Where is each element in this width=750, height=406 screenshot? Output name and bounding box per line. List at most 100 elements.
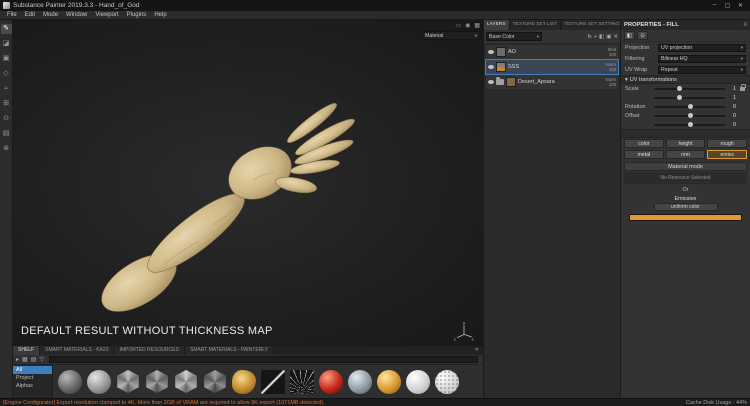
add-fill-layer-icon[interactable]: ◧ — [599, 34, 604, 40]
brush-stroke-line[interactable] — [261, 370, 285, 394]
channel-rough-button[interactable]: rough — [707, 139, 747, 148]
add-folder-icon[interactable]: ▣ — [606, 34, 611, 40]
fill-properties-icon[interactable]: ◧ — [624, 31, 635, 40]
uv-transformations-section[interactable]: ▾ UV transformations — [621, 75, 750, 84]
menu-file[interactable]: File — [3, 12, 21, 18]
tab-layers[interactable]: LAYERS — [484, 20, 510, 30]
channel-height-button[interactable]: height — [666, 139, 706, 148]
category-alphas[interactable]: Alphas — [13, 382, 52, 390]
tab-imported-resources[interactable]: IMPORTED RESOURCES — [114, 346, 184, 355]
shelf-expand-icon[interactable]: ▸ — [16, 356, 19, 363]
layer-opacity[interactable]: 100 — [608, 52, 616, 57]
material-sphere-white[interactable] — [406, 370, 430, 394]
layer-opacity[interactable]: 100 — [605, 67, 616, 72]
alpha-hex-3[interactable] — [174, 370, 198, 394]
menu-viewport[interactable]: Viewport — [91, 12, 122, 18]
tab-smart-materials-painterly[interactable]: SMART MATERIALS - PAINTERLY — [185, 346, 274, 355]
visibility-icon[interactable] — [488, 80, 494, 84]
material-properties-icon[interactable]: ⊙ — [637, 31, 648, 40]
delete-layer-icon[interactable]: ✕ — [613, 34, 618, 40]
layer-row-ao[interactable]: AO Mult 100 — [486, 45, 618, 59]
2d-view-icon[interactable]: ▤ — [1, 129, 12, 139]
tab-texture-set-list[interactable]: TEXTURE SET LIST — [510, 20, 561, 30]
render-mode-icon[interactable]: ▭ — [455, 22, 461, 29]
offset-y-slider[interactable] — [654, 124, 725, 126]
grid-view-icon[interactable]: ▦ — [22, 356, 28, 363]
add-effect-icon[interactable]: fx — [587, 34, 591, 40]
polygon-fill-tool-icon[interactable]: ◇ — [1, 69, 12, 79]
offset-x-slider[interactable] — [654, 115, 725, 117]
chevron-down-icon: ▾ — [473, 33, 477, 39]
material-sphere-red[interactable] — [319, 370, 343, 394]
layers-toolbar-icons: fx+◧▣✕ — [587, 34, 618, 40]
alpha-hex-4[interactable] — [203, 370, 227, 394]
visibility-icon[interactable] — [488, 50, 494, 54]
navigation-gizmo[interactable]: y x z — [453, 320, 475, 342]
scale-y-slider[interactable] — [654, 97, 725, 99]
add-paint-layer-icon[interactable]: + — [594, 34, 597, 40]
viewport-3d[interactable]: ▭ ◉ ▦ Material ▾ — [13, 20, 483, 345]
channel-metal-button[interactable]: metal — [624, 150, 664, 159]
menu-plugins[interactable]: Plugins — [123, 12, 151, 18]
properties-toolbar: ◧⊙ — [621, 30, 750, 42]
camera-icon[interactable]: ◉ — [465, 22, 470, 29]
material-sphere-gold[interactable] — [377, 370, 401, 394]
list-view-icon[interactable]: ▤ — [31, 356, 37, 363]
minimize-button[interactable]: – — [708, 2, 721, 9]
shelf-search-input[interactable] — [49, 356, 478, 363]
smudge-tool-icon[interactable]: ≈ — [1, 84, 12, 94]
channel-emiss-button[interactable]: emiss — [707, 150, 747, 159]
brush-tool-icon[interactable]: ✎ — [1, 24, 12, 34]
app-window: Substance Painter 2019.3.3 - Hand_of_God… — [0, 0, 750, 406]
eraser-tool-icon[interactable]: ◪ — [1, 39, 12, 49]
menu-mode[interactable]: Mode — [39, 12, 62, 18]
material-picker-icon[interactable]: ⊙ — [1, 114, 12, 124]
layer-thumbnail — [496, 62, 506, 72]
projection-tool-icon[interactable]: ▣ — [1, 54, 12, 64]
alpha-hex-2[interactable] — [145, 370, 169, 394]
rotation-slider[interactable] — [654, 106, 725, 108]
display-settings-icon[interactable]: ⊛ — [1, 144, 12, 154]
shelf-close-icon[interactable]: ✕ — [471, 346, 483, 355]
channel-dropdown[interactable]: Base Color ▾ — [486, 32, 542, 41]
visibility-icon[interactable] — [488, 65, 494, 69]
projection-dropdown[interactable]: UV projection ▾ — [658, 44, 746, 52]
material-sphere-gray[interactable] — [87, 370, 111, 394]
menu-window[interactable]: Window — [62, 12, 91, 18]
viewport-settings-icon[interactable]: ▦ — [474, 22, 480, 29]
material-mode-button[interactable]: Material mode — [624, 162, 747, 171]
layer-opacity[interactable]: 100 — [605, 82, 616, 87]
channel-color-button[interactable]: color — [624, 139, 664, 148]
menu-edit[interactable]: Edit — [21, 12, 39, 18]
app-logo-icon — [3, 2, 10, 9]
category-project[interactable]: Project — [13, 374, 52, 382]
tab-texture-set-settings[interactable]: TEXTURE SET SETTINGS — [561, 20, 626, 30]
close-button[interactable]: ✕ — [734, 2, 747, 9]
clone-tool-icon[interactable]: ⊞ — [1, 99, 12, 109]
uv-wrap-dropdown[interactable]: Repeat ▾ — [658, 66, 746, 74]
alpha-hex-1[interactable] — [116, 370, 140, 394]
panel-menu-icon[interactable]: ≡ — [743, 22, 747, 28]
scale-link-lock-icon[interactable] — [740, 87, 745, 91]
filter-icon[interactable]: ▽ — [39, 356, 44, 363]
emissive-color-swatch[interactable] — [629, 214, 742, 221]
layer-row-sss[interactable]: SSS Norm 100 — [486, 60, 618, 74]
model-3d-hand[interactable] — [13, 20, 483, 345]
maximize-button[interactable]: ▢ — [721, 2, 734, 9]
uniform-color-button[interactable]: uniform color — [654, 203, 718, 211]
viewport-material-dropdown[interactable]: Material ▾ — [422, 31, 480, 40]
menu-help[interactable]: Help — [150, 12, 170, 18]
scale-x-slider[interactable] — [654, 88, 725, 90]
tab-smart-materials-ka20[interactable]: SMART MATERIALS - KA20 — [40, 346, 114, 355]
material-sphere-steel[interactable] — [348, 370, 372, 394]
material-gold-nugget[interactable] — [232, 370, 256, 394]
channel-nrm-button[interactable]: nrm — [666, 150, 706, 159]
filtering-dropdown[interactable]: Bilinear HQ ▾ — [658, 55, 746, 63]
tab-shelf[interactable]: SHELF — [13, 346, 40, 355]
material-sphere-dark[interactable] — [58, 370, 82, 394]
layer-thumbnail — [496, 47, 506, 57]
material-sphere-halftone[interactable] — [435, 370, 459, 394]
category-all[interactable]: All — [13, 366, 52, 374]
layer-row-desert-apsara[interactable]: Desert_Apsara Norm 100 — [486, 75, 618, 89]
brush-stroke-rays[interactable] — [290, 370, 314, 394]
